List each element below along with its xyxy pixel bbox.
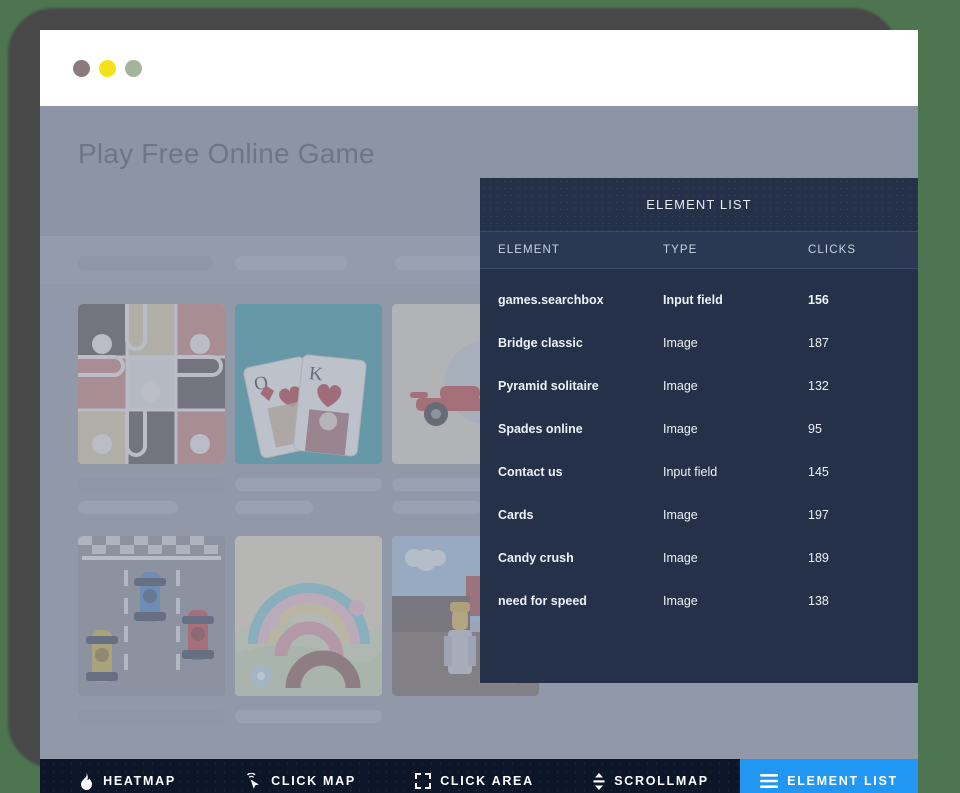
cell-element: games.searchbox [498,292,604,307]
toolbar-tab-click-area[interactable]: CLICK AREA [387,759,562,793]
skeleton-pill [235,501,313,514]
cell-type: Image [663,593,698,608]
toolbar-tab-scrollmap[interactable]: SCROLLMAP [562,759,740,793]
thumbnail-playing-cards[interactable]: Q K [235,304,382,464]
column-header-clicks: CLICKS [808,244,857,256]
list-lines-icon [760,774,779,788]
cell-clicks: 187 [808,335,829,350]
cell-clicks: 156 [808,292,829,307]
browser-window: Play Free Online Game ELEMENT LIST ELEME… [40,30,918,793]
scroll-arrows-icon [593,772,605,790]
skeleton-pill [235,256,347,270]
table-row[interactable]: Spades online Image 95 [480,407,918,450]
skeleton-pill [235,710,382,723]
cell-type: Input field [663,292,723,307]
crop-frame-icon [415,773,432,789]
toolbar-tab-label: SCROLLMAP [614,774,709,788]
element-list-rows: games.searchbox Input field 156 Bridge clas… [480,269,918,622]
cell-type: Image [663,378,698,393]
toolbar-tab-label: CLICK AREA [440,774,534,788]
toolbar-tab-element-list[interactable]: ELEMENT LIST [740,759,918,793]
toolbar-tab-click-map[interactable]: CLICK MAP [215,759,387,793]
cell-element: Spades online [498,421,583,436]
cell-clicks: 138 [808,593,829,608]
cell-element: need for speed [498,593,587,608]
toolbar-tab-label: ELEMENT LIST [787,774,898,788]
browser-titlebar [40,30,918,106]
heatmap-toolbar: HEATMAP CLICK MAP CLICK AREA SCROLLMAP ELEME… [40,759,918,793]
page-content: Play Free Online Game ELEMENT LIST ELEME… [40,106,918,793]
table-row[interactable]: Cards Image 197 [480,493,918,536]
cell-element: Candy crush [498,550,574,565]
thumbnail-overlay [78,304,225,464]
toolbar-tab-heatmap[interactable]: HEATMAP [40,759,215,793]
cell-element: Bridge classic [498,335,583,350]
table-row[interactable]: need for speed Image 138 [480,579,918,622]
thumbnail-top-down-racing[interactable] [78,536,225,696]
cell-element: Pyramid solitaire [498,378,599,393]
cell-type: Image [663,550,698,565]
cell-type: Image [663,421,698,436]
cell-clicks: 132 [808,378,829,393]
cell-clicks: 95 [808,421,822,436]
cell-type: Input field [663,464,718,479]
thumbnail-candy-rainbow[interactable] [235,536,382,696]
skeleton-pill [235,478,382,491]
skeleton-pill [78,256,213,270]
flame-icon [79,772,94,790]
panel-title: ELEMENT LIST [646,197,752,212]
toolbar-tab-label: CLICK MAP [271,774,356,788]
thumbnail-overlay [78,536,225,696]
cell-clicks: 189 [808,550,829,565]
table-row[interactable]: Pyramid solitaire Image 132 [480,364,918,407]
minimize-dot[interactable] [99,59,116,77]
cell-clicks: 197 [808,507,829,522]
skeleton-pill [392,501,482,514]
panel-column-headers: ELEMENT TYPE CLICKS [480,231,918,269]
toolbar-tab-label: HEATMAP [103,774,176,788]
cell-element: Contact us [498,464,563,479]
cell-element: Cards [498,507,534,522]
cell-clicks: 145 [808,464,829,479]
close-dot[interactable] [73,59,90,77]
table-row[interactable]: Candy crush Image 189 [480,536,918,579]
skeleton-pill [78,501,178,514]
cell-type: Image [663,507,698,522]
cursor-click-icon [246,772,262,790]
element-list-panel: ELEMENT LIST ELEMENT TYPE CLICKS games.s… [480,178,918,683]
cell-type: Image [663,335,698,350]
table-row[interactable]: Bridge classic Image 187 [480,321,918,364]
column-header-type: TYPE [663,244,698,256]
thumbnail-overlay [235,304,382,464]
skeleton-pill [78,710,225,723]
column-header-element: ELEMENT [498,244,561,256]
thumbnail-jigsaw-puzzle[interactable] [78,304,225,464]
table-row[interactable]: games.searchbox Input field 156 [480,278,918,321]
maximize-dot[interactable] [125,59,142,77]
thumbnail-overlay [235,536,382,696]
page-title: Play Free Online Game [78,138,375,169]
skeleton-pill [78,478,225,491]
table-row[interactable]: Contact us Input field 145 [480,450,918,493]
